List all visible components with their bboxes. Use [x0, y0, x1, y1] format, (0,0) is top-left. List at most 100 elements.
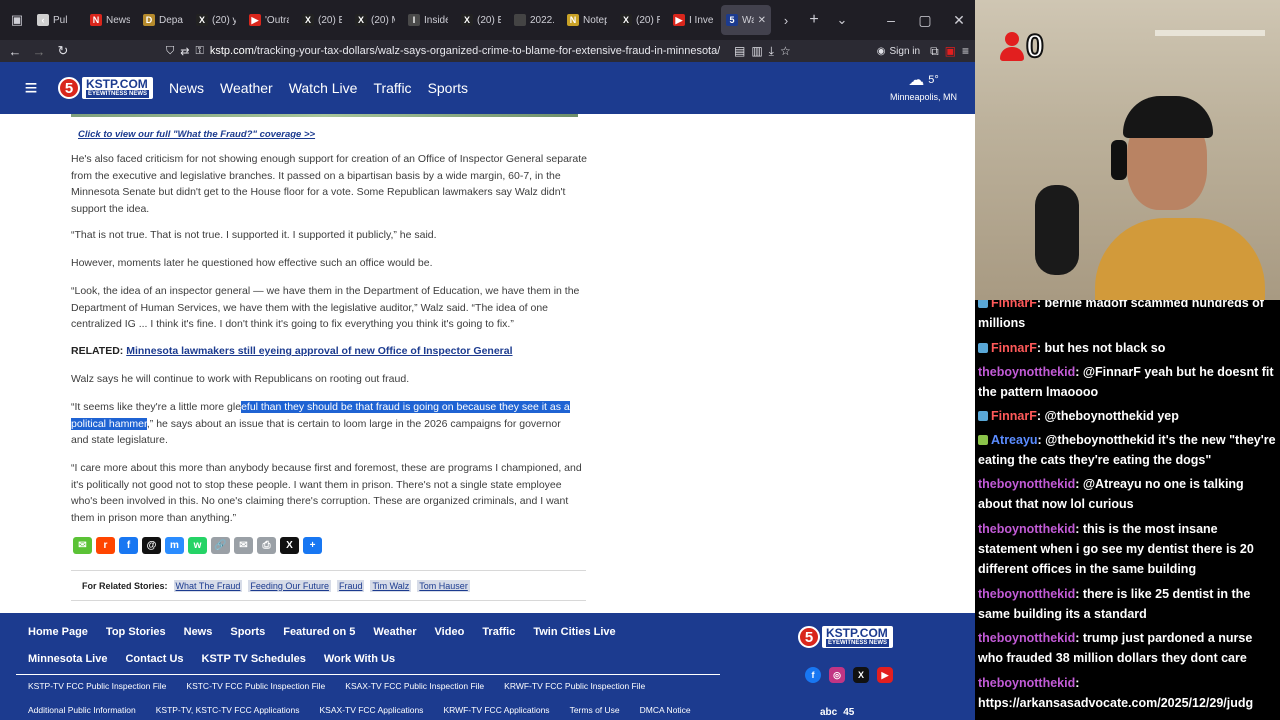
- reddit-share-icon[interactable]: r: [96, 537, 115, 554]
- url-text[interactable]: kstp.com/tracking-your-tax-dollars/walz-…: [210, 45, 720, 57]
- footer-link[interactable]: Home Page: [28, 626, 88, 638]
- footer-link[interactable]: Top Stories: [106, 626, 166, 638]
- close-tab-icon[interactable]: ✕: [758, 15, 766, 26]
- bookmark-star-icon[interactable]: ☆: [780, 44, 791, 58]
- related-tag[interactable]: Fraud: [336, 579, 365, 592]
- tab-4[interactable]: ▶ 'Outra: [244, 5, 294, 35]
- x-share-icon[interactable]: X: [280, 537, 299, 554]
- footer-link[interactable]: Work With Us: [324, 653, 395, 665]
- chat-username[interactable]: FinnarF: [991, 300, 1037, 310]
- footer-fcc-link[interactable]: KSTP-TV FCC Public Inspection File: [28, 681, 166, 691]
- footer-legal-link[interactable]: KSAX-TV FCC Applications: [320, 705, 424, 715]
- messenger-share-icon[interactable]: m: [165, 537, 184, 554]
- youtube-icon[interactable]: ▶: [877, 667, 893, 683]
- chat-username[interactable]: Atreayu: [991, 433, 1038, 447]
- nav-traffic[interactable]: Traffic: [373, 80, 411, 96]
- threads-share-icon[interactable]: @: [142, 537, 161, 554]
- new-tab-icon[interactable]: +: [801, 7, 827, 33]
- maximize-icon[interactable]: ▢: [909, 5, 941, 35]
- footer-link[interactable]: Minnesota Live: [28, 653, 107, 665]
- list-all-tabs-icon[interactable]: ⌄: [829, 7, 855, 33]
- footer-link[interactable]: Weather: [373, 626, 416, 638]
- reader-view-icon[interactable]: ▤: [734, 44, 745, 58]
- footer-legal-link[interactable]: Additional Public Information: [28, 705, 136, 715]
- whatsapp-share-icon[interactable]: w: [188, 537, 207, 554]
- chat-username[interactable]: theboynotthekid: [978, 365, 1075, 379]
- reader-mode-icon[interactable]: ▥: [751, 44, 762, 58]
- close-window-icon[interactable]: ✕: [943, 5, 975, 35]
- sms-share-icon[interactable]: ✉: [73, 537, 92, 554]
- save-page-icon[interactable]: ⤓: [769, 44, 774, 59]
- chat-username[interactable]: theboynotthekid: [978, 631, 1075, 645]
- footer-link[interactable]: News: [184, 626, 213, 638]
- nav-weather[interactable]: Weather: [220, 80, 273, 96]
- footer-legal-link[interactable]: Terms of Use: [570, 705, 620, 715]
- footer-link[interactable]: Featured on 5: [283, 626, 355, 638]
- tab-13[interactable]: 5 Wa ✕: [721, 5, 771, 35]
- tab-3[interactable]: X (20) y: [191, 5, 241, 35]
- chat-username[interactable]: theboynotthekid: [978, 522, 1075, 536]
- footer-fcc-link[interactable]: KSAX-TV FCC Public Inspection File: [345, 681, 484, 691]
- related-tag[interactable]: What The Fraud: [173, 579, 243, 592]
- tab-6[interactable]: X (20) M: [350, 5, 400, 35]
- tab-0[interactable]: ‹ Pul: [32, 5, 82, 35]
- tab-11[interactable]: X (20) R: [615, 5, 665, 35]
- footer-link[interactable]: Sports: [230, 626, 265, 638]
- x-icon[interactable]: X: [853, 667, 869, 683]
- chat-username[interactable]: theboynotthekid: [978, 587, 1075, 601]
- app-menu-icon[interactable]: ≡: [962, 44, 969, 58]
- tab-scroll-right-icon[interactable]: ›: [773, 7, 799, 33]
- footer-kstp-logo[interactable]: 5 KSTP.COM EYEWITNESS NEWS: [798, 626, 894, 648]
- forward-icon[interactable]: →: [30, 42, 48, 60]
- back-icon[interactable]: ←: [6, 42, 24, 60]
- footer-link[interactable]: Traffic: [482, 626, 515, 638]
- chat-username[interactable]: FinnarF: [991, 409, 1037, 423]
- address-bar[interactable]: ⛉ ⇄ ⚿ kstp.com/tracking-your-tax-dollars…: [78, 41, 728, 61]
- tab-list-icon[interactable]: ▣: [4, 7, 30, 33]
- related-link[interactable]: Minnesota lawmakers still eyeing approva…: [126, 345, 512, 357]
- tab-10[interactable]: N Notep: [562, 5, 612, 35]
- tab-1[interactable]: N News: [85, 5, 135, 35]
- related-tag[interactable]: Tom Hauser: [417, 579, 470, 592]
- extension-badge-icon[interactable]: ▣: [945, 44, 956, 58]
- print-icon[interactable]: ⎙: [257, 537, 276, 554]
- copy-link-icon[interactable]: 🔗: [211, 537, 230, 554]
- facebook-share-icon[interactable]: f: [119, 537, 138, 554]
- chat-username[interactable]: FinnarF: [991, 341, 1037, 355]
- tab-8[interactable]: X (20) E: [456, 5, 506, 35]
- footer-fcc-link[interactable]: KRWF-TV FCC Public Inspection File: [504, 681, 645, 691]
- tab-9[interactable]: 2022.: [509, 5, 559, 35]
- footer-link[interactable]: Contact Us: [125, 653, 183, 665]
- minimize-icon[interactable]: –: [875, 5, 907, 35]
- lock-icon[interactable]: ⚿: [195, 45, 203, 58]
- shield-icon[interactable]: ⛉: [166, 45, 174, 58]
- extensions-icon[interactable]: ⧉: [930, 44, 939, 59]
- tab-5[interactable]: X (20) E: [297, 5, 347, 35]
- more-share-icon[interactable]: +: [303, 537, 322, 554]
- facebook-icon[interactable]: f: [805, 667, 821, 683]
- instagram-icon[interactable]: ◎: [829, 667, 845, 683]
- related-tag[interactable]: Feeding Our Future: [248, 579, 331, 592]
- permissions-icon[interactable]: ⇄: [180, 45, 189, 58]
- reload-icon[interactable]: ↻: [54, 42, 72, 60]
- footer-legal-link[interactable]: KSTP-TV, KSTC-TV FCC Applications: [156, 705, 300, 715]
- tab-7[interactable]: I Inside: [403, 5, 453, 35]
- footer-fcc-link[interactable]: KSTC-TV FCC Public Inspection File: [186, 681, 325, 691]
- footer-link[interactable]: KSTP TV Schedules: [202, 653, 306, 665]
- tab-12[interactable]: ▶ I Inve: [668, 5, 718, 35]
- tab-2[interactable]: D Depa: [138, 5, 188, 35]
- weather-widget[interactable]: ☁ 5° Minneapolis, MN: [890, 70, 957, 102]
- nav-news[interactable]: News: [169, 80, 204, 96]
- coverage-link[interactable]: Click to view our full "What the Fraud?"…: [78, 129, 315, 140]
- footer-legal-link[interactable]: KRWF-TV FCC Applications: [443, 705, 549, 715]
- nav-watch-live[interactable]: Watch Live: [289, 80, 358, 96]
- kstp-logo[interactable]: 5 KSTP.COM EYEWITNESS NEWS: [58, 75, 154, 101]
- related-tag[interactable]: Tim Walz: [370, 579, 412, 592]
- footer-legal-link[interactable]: DMCA Notice: [640, 705, 691, 715]
- chat-username[interactable]: theboynotthekid: [978, 477, 1075, 491]
- menu-search-icon[interactable]: ≡: [16, 75, 46, 100]
- footer-link[interactable]: Twin Cities Live: [533, 626, 615, 638]
- chat-username[interactable]: theboynotthekid: [978, 676, 1075, 690]
- sign-in-button[interactable]: ◉ Sign in: [877, 46, 920, 57]
- email-share-icon[interactable]: ✉: [234, 537, 253, 554]
